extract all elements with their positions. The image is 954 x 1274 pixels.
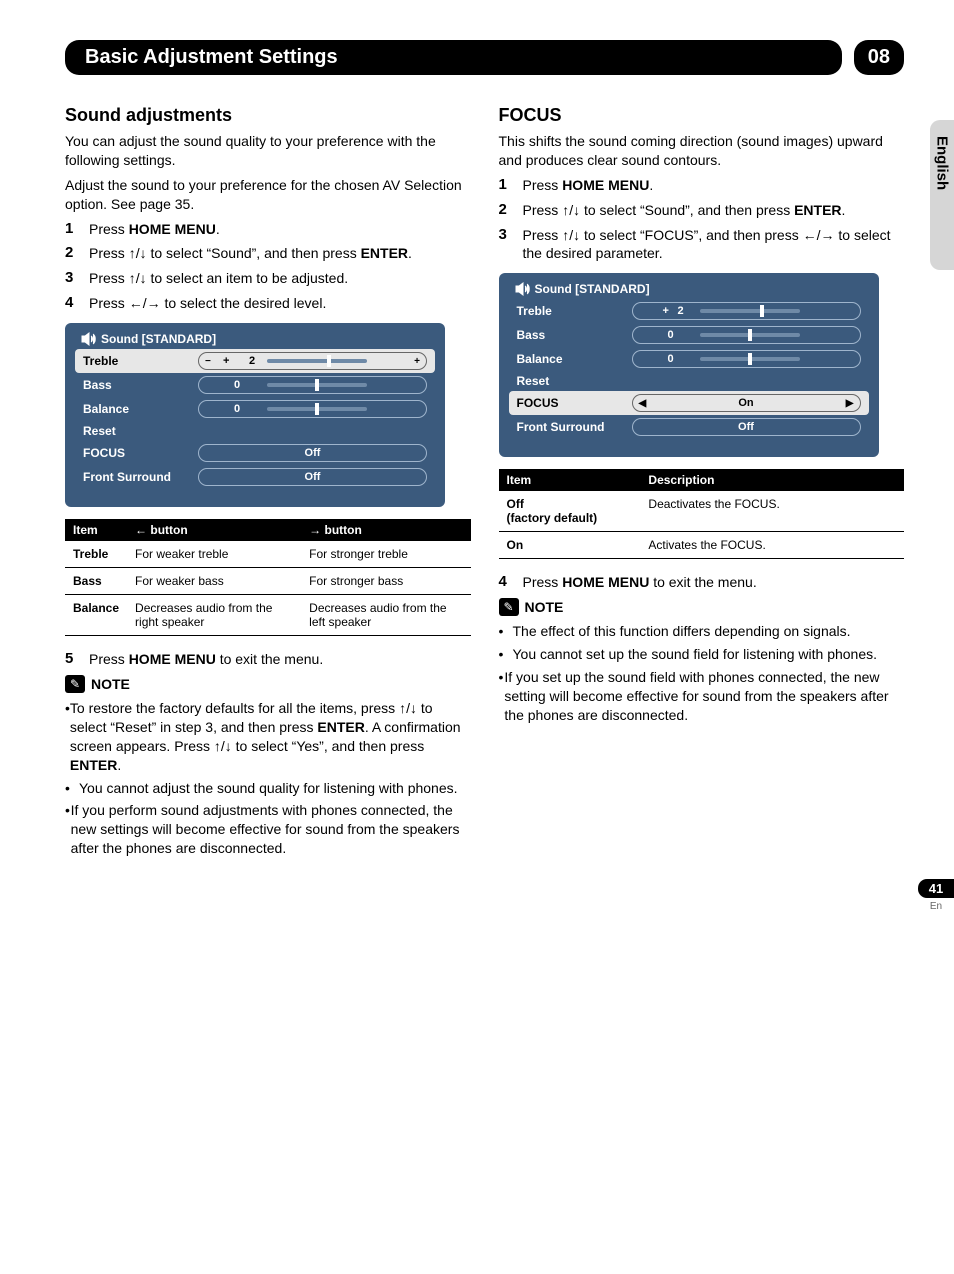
arrow-left-icon: ← [135,523,147,537]
arrow-up-down-icon: ↑/↓ [214,738,232,754]
page-number: 41 [918,879,954,898]
step-item: 2Press ↑/↓ to select “Sound”, and then p… [499,201,905,220]
osd-panel: Sound [STANDARD] Treble−+2+ Bass0 Balanc… [65,323,445,507]
panel-row-balance: Balance0 [75,397,435,421]
intro-text: You can adjust the sound quality to your… [65,132,471,170]
intro-text: Adjust the sound to your preference for … [65,176,471,214]
chapter-badge: 08 [854,40,904,75]
page-header: Basic Adjustment Settings 08 [65,40,904,75]
intro-text: This shifts the sound coming direction (… [499,132,905,170]
step-item: 3Press ↑/↓ to select “FOCUS”, and then p… [499,226,905,264]
language-tab: English [930,120,954,270]
focus-options-table: ItemDescription Off(factory default)Deac… [499,469,905,559]
left-column: Sound adjustments You can adjust the sou… [65,105,471,862]
note-item: •If you perform sound adjustments with p… [65,801,471,858]
note-item: •The effect of this function differs dep… [499,622,905,641]
pencil-icon: ✎ [65,675,85,693]
panel-row-reset: Reset [509,371,869,391]
arrow-right-icon: → [309,523,321,537]
panel-row-bass: Bass0 [509,323,869,347]
panel-row-focus: FOCUSOff [75,441,435,465]
arrow-up-down-icon: ↑/↓ [562,227,580,243]
arrow-right-icon: ▶ [846,398,854,409]
panel-row-treble: Treble+2 [509,299,869,323]
note-item: •You cannot adjust the sound quality for… [65,779,471,798]
panel-row-reset: Reset [75,421,435,441]
panel-row-treble: Treble−+2+ [75,349,435,373]
panel-title: Sound [STANDARD] [535,282,650,296]
page-title: Basic Adjustment Settings [65,40,842,75]
table-row: BalanceDecreases audio from the right sp… [65,595,471,636]
panel-title: Sound [STANDARD] [101,332,216,346]
table-row: TrebleFor weaker trebleFor stronger treb… [65,541,471,568]
arrow-up-down-icon: ↑/↓ [562,202,580,218]
step-item: 1Press HOME MENU. [65,220,471,239]
arrow-up-down-icon: ↑/↓ [399,700,417,716]
section-heading: Sound adjustments [65,105,471,126]
arrow-left-right-icon: ←/→ [129,295,161,311]
panel-row-front-surround: Front SurroundOff [509,415,869,439]
step-item: 5Press HOME MENU to exit the menu. [65,650,471,669]
table-row: Off(factory default)Deactivates the FOCU… [499,491,905,532]
note-heading: ✎NOTE [499,598,905,616]
step-item: 4Press HOME MENU to exit the menu. [499,573,905,592]
step-item: 4Press ←/→ to select the desired level. [65,294,471,313]
arrow-left-right-icon: ←/→ [803,227,835,243]
table-row: BassFor weaker bassFor stronger bass [65,568,471,595]
note-item: •If you set up the sound field with phon… [499,668,905,725]
page-lang: En [918,901,954,912]
panel-row-front-surround: Front SurroundOff [75,465,435,489]
right-column: FOCUS This shifts the sound coming direc… [499,105,905,862]
section-heading: FOCUS [499,105,905,126]
speaker-icon [515,282,531,296]
language-tab-label: English [934,136,951,190]
osd-panel: Sound [STANDARD] Treble+2 Bass0 Balance0… [499,273,879,457]
panel-row-bass: Bass0 [75,373,435,397]
step-item: 3Press ↑/↓ to select an item to be adjus… [65,269,471,288]
page-footer: 41 En [918,879,954,912]
note-heading: ✎NOTE [65,675,471,693]
speaker-icon [81,332,97,346]
pencil-icon: ✎ [499,598,519,616]
table-row: OnActivates the FOCUS. [499,532,905,559]
note-item: •To restore the factory defaults for all… [65,699,471,775]
arrow-up-down-icon: ↑/↓ [129,245,147,261]
note-item: •You cannot set up the sound field for l… [499,645,905,664]
step-item: 1Press HOME MENU. [499,176,905,195]
arrow-up-down-icon: ↑/↓ [129,270,147,286]
panel-row-focus: FOCUS◀On▶ [509,391,869,415]
panel-row-balance: Balance0 [509,347,869,371]
button-function-table: Item← button→ button TrebleFor weaker tr… [65,519,471,636]
step-item: 2Press ↑/↓ to select “Sound”, and then p… [65,244,471,263]
arrow-left-icon: ◀ [639,398,647,409]
